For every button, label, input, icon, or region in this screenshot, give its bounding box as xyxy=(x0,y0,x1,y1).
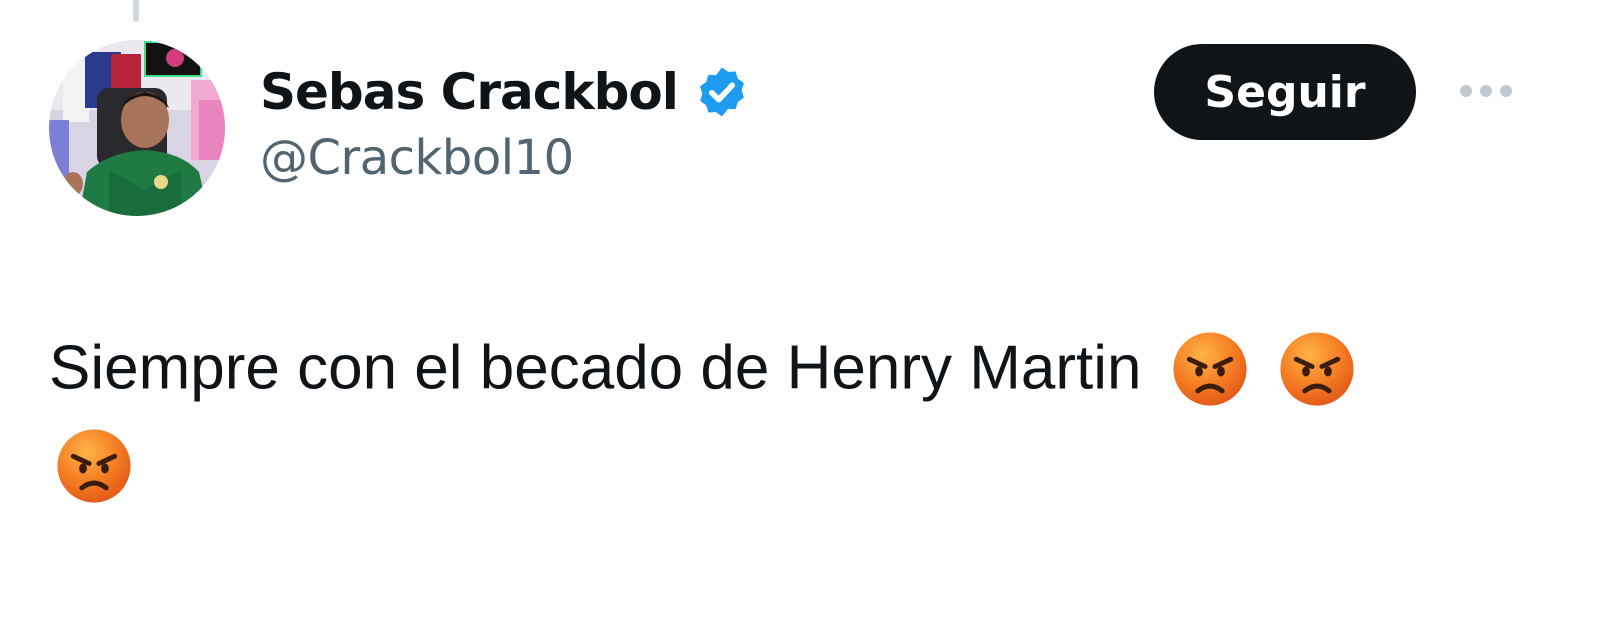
angry-face-emoji-icon xyxy=(57,429,131,503)
tweet-text-content: Siempre con el becado de Henry Martin xyxy=(49,333,1142,403)
angry-face-emoji-icon xyxy=(1173,332,1247,406)
author-name-row: Sebas Crackbol xyxy=(260,58,750,126)
tweet-text-line-2 xyxy=(49,418,1549,508)
more-dots-icon xyxy=(1460,85,1512,97)
author-avatar[interactable] xyxy=(49,40,225,216)
thread-connector-line xyxy=(133,0,139,22)
more-options-button[interactable] xyxy=(1448,66,1524,116)
tweet-author: Sebas Crackbol @Crackbol10 xyxy=(260,58,750,186)
author-handle[interactable]: @Crackbol10 xyxy=(260,130,750,186)
follow-button[interactable]: Seguir xyxy=(1154,44,1416,140)
avatar-image xyxy=(49,40,225,216)
tweet-text: Siempre con el becado de Henry Martin xyxy=(49,320,1549,508)
verified-badge-icon xyxy=(694,64,750,120)
author-display-name[interactable]: Sebas Crackbol xyxy=(260,63,679,121)
angry-face-emoji-icon xyxy=(1280,332,1354,406)
